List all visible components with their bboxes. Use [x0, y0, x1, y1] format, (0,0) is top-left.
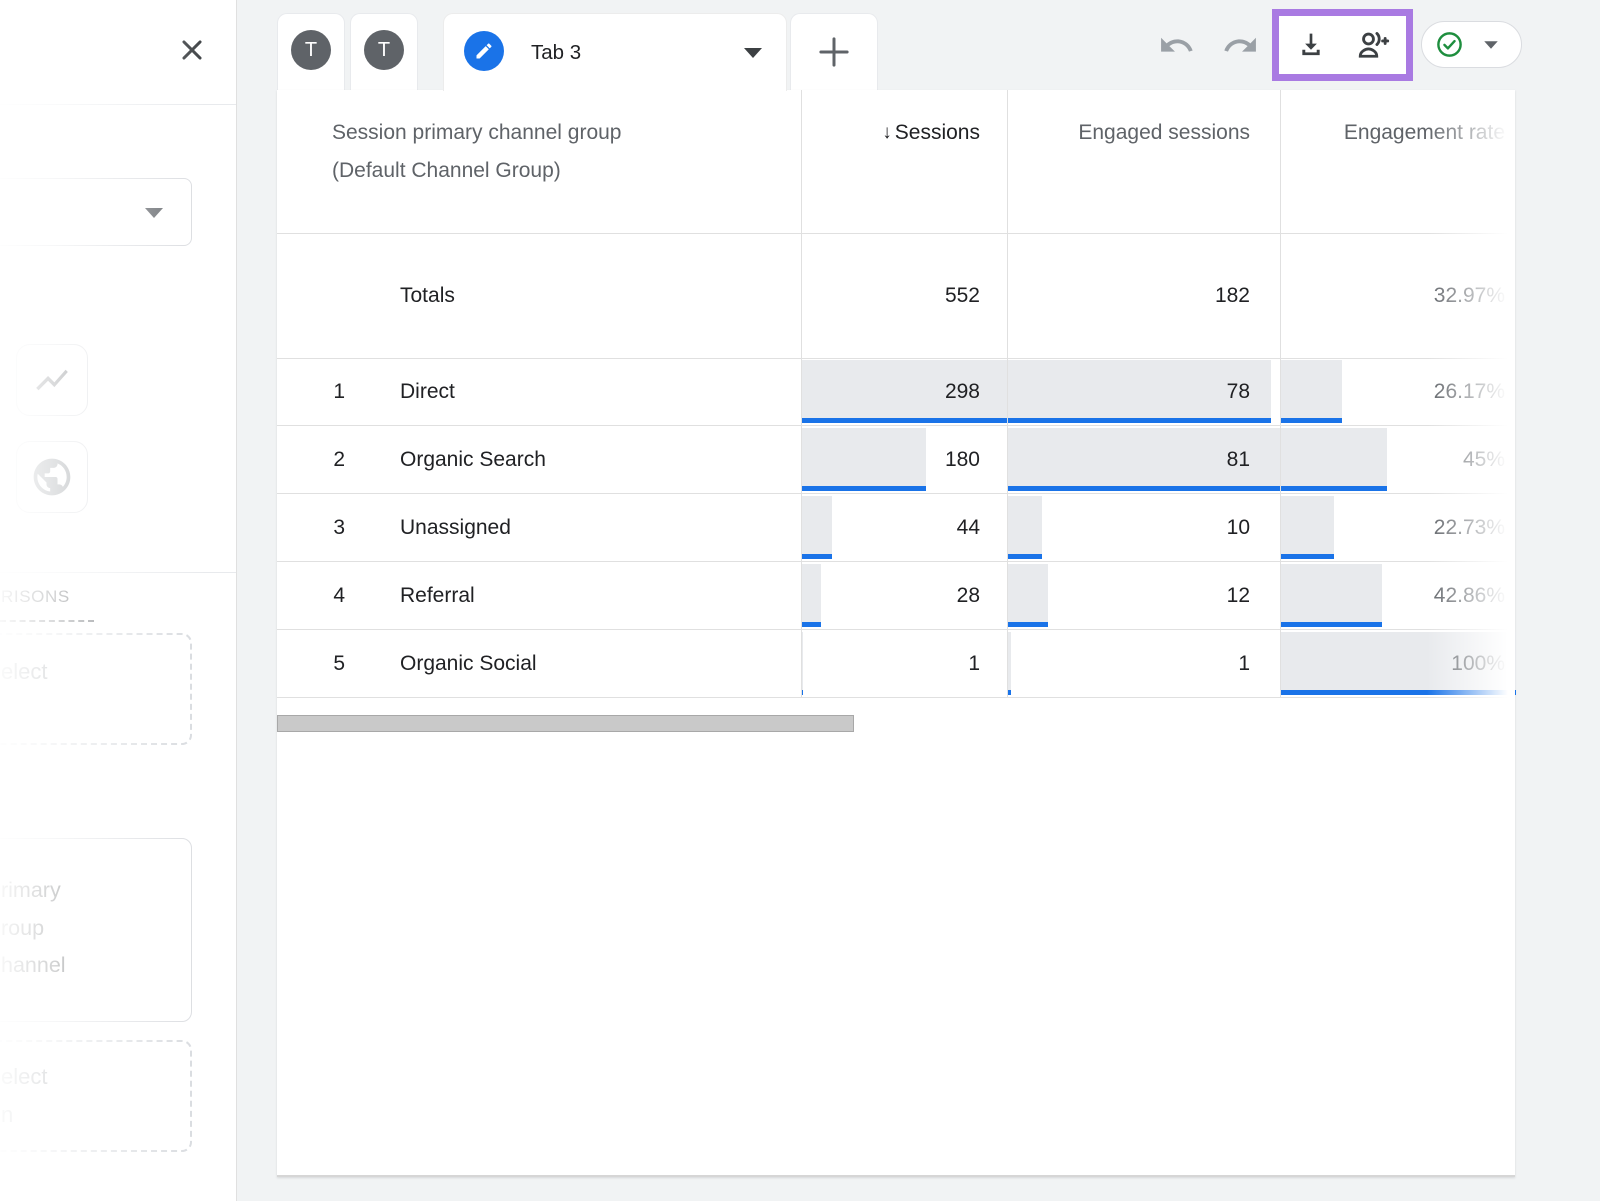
cell-value: 22.73%: [1280, 494, 1505, 561]
globe-icon: [30, 455, 74, 499]
tab-collapsed-2[interactable]: T: [350, 13, 418, 90]
engaged-sessions-column-header[interactable]: Engaged sessions: [1007, 114, 1250, 152]
check-circle-icon: [1435, 30, 1464, 59]
step-complete-menu[interactable]: [1421, 21, 1522, 68]
geo-map-button[interactable]: [16, 441, 88, 513]
row-channel-label: Unassigned: [400, 494, 511, 561]
chevron-down-icon: [1484, 41, 1498, 49]
row-rank: 3: [315, 494, 345, 561]
row-channel-label: Direct: [400, 358, 455, 425]
pencil-icon: [464, 31, 504, 71]
settings-panel: RISONS elect rimary roup hannel elect n: [0, 0, 237, 1201]
totals-engaged-sessions: 182: [1007, 233, 1250, 358]
comparisons-section-label: RISONS: [1, 587, 70, 607]
technique-dropdown[interactable]: [0, 178, 192, 246]
sort-down-icon: ↓: [882, 122, 892, 143]
cell-value: 100%: [1280, 630, 1505, 697]
active-tab-label: Tab 3: [531, 14, 581, 92]
add-tab-button[interactable]: [790, 13, 878, 90]
line-chart-button[interactable]: [16, 344, 88, 416]
cell-value: 26.17%: [1280, 358, 1505, 425]
totals-row: Totals 552 182 32.97%: [277, 233, 1515, 358]
column-divider: [801, 90, 802, 698]
cell-value: 1: [1007, 630, 1250, 697]
table-row[interactable]: 2 Organic Search 180 81 45%: [277, 426, 1515, 494]
cell-value: 42.86%: [1280, 562, 1505, 629]
column-divider: [1280, 90, 1281, 698]
dimension-column-header[interactable]: Session primary channel group (Default C…: [332, 114, 622, 190]
dimension-select-placeholder: elect n: [1, 1058, 47, 1134]
cell-value: 45%: [1280, 426, 1505, 493]
sessions-column-header[interactable]: ↓Sessions: [801, 114, 980, 153]
table-row[interactable]: 1 Direct 298 78 26.17%: [277, 358, 1515, 426]
comparisons-underline: [0, 620, 94, 622]
comparison-select-placeholder: elect: [1, 653, 47, 691]
cell-value: 28: [801, 562, 980, 629]
tab-active[interactable]: Tab 3: [443, 13, 787, 91]
person-add-icon: [1355, 27, 1391, 63]
totals-sessions: 552: [801, 233, 980, 358]
row-rank: 5: [315, 630, 345, 697]
cell-value: 12: [1007, 562, 1250, 629]
totals-engagement-rate: 32.97%: [1280, 233, 1505, 358]
rows-dimension-chip-text: rimary roup hannel: [1, 872, 66, 985]
horizontal-scrollbar-thumb[interactable]: [277, 715, 854, 732]
line-chart-icon: [33, 361, 71, 399]
plus-icon: [813, 31, 855, 73]
redo-button[interactable]: [1222, 27, 1259, 64]
row-channel-label: Organic Social: [400, 630, 537, 697]
totals-label: Totals: [400, 233, 455, 358]
row-channel-label: Referral: [400, 562, 475, 629]
undo-icon: [1158, 27, 1195, 64]
cell-value: 81: [1007, 426, 1250, 493]
cell-value: 78: [1007, 358, 1250, 425]
cell-value: 298: [801, 358, 980, 425]
engagement-rate-column-header[interactable]: Engagement rate: [1280, 114, 1505, 152]
row-rank: 4: [315, 562, 345, 629]
tab-collapsed-1[interactable]: T: [277, 13, 345, 90]
cell-value: 1: [801, 630, 980, 697]
table-row[interactable]: 4 Referral 28 12 42.86%: [277, 562, 1515, 630]
tab-initial-badge: T: [291, 30, 331, 70]
chevron-down-icon: [145, 208, 163, 218]
redo-icon: [1222, 27, 1259, 64]
close-panel-button[interactable]: [170, 28, 214, 72]
share-person-add-button[interactable]: [1355, 27, 1391, 63]
row-rank: 1: [315, 358, 345, 425]
download-icon: [1295, 29, 1327, 61]
cell-value: 180: [801, 426, 980, 493]
freeform-table-card: Session primary channel group (Default C…: [277, 90, 1515, 1177]
table-body: 1 Direct 298 78 26.17% 2 Organic Search 180 81 45…: [277, 358, 1515, 698]
cell-value: 10: [1007, 494, 1250, 561]
highlight-annotation-box: [1272, 9, 1413, 81]
divider: [0, 104, 236, 105]
table-row[interactable]: 3 Unassigned 44 10 22.73%: [277, 494, 1515, 562]
ga4-exploration-screen: RISONS elect rimary roup hannel elect n …: [0, 0, 1600, 1201]
tab-initial-badge: T: [364, 30, 404, 70]
chevron-down-icon: [744, 48, 762, 58]
row-rank: 2: [315, 426, 345, 493]
column-divider: [1007, 90, 1008, 698]
cell-value: 44: [801, 494, 980, 561]
download-button[interactable]: [1295, 29, 1327, 61]
close-icon: [170, 28, 214, 72]
undo-button[interactable]: [1158, 27, 1195, 64]
divider: [0, 572, 236, 573]
row-channel-label: Organic Search: [400, 426, 546, 493]
table-row[interactable]: 5 Organic Social 11 100%: [277, 630, 1515, 698]
